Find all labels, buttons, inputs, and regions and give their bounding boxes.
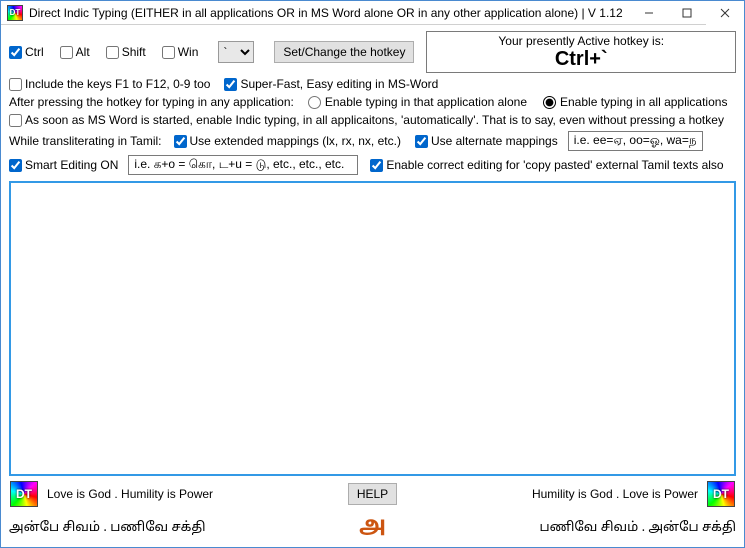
shift-checkbox[interactable]: Shift <box>106 45 146 59</box>
win-label: Win <box>178 45 199 59</box>
alt-checkbox[interactable]: Alt <box>60 45 90 59</box>
smart-editing-label: Smart Editing ON <box>25 158 118 172</box>
include-fkeys-checkbox[interactable]: Include the keys F1 to F12, 0-9 too <box>9 77 210 91</box>
maximize-button[interactable] <box>668 1 706 25</box>
footer-en-left: Love is God . Humility is Power <box>47 487 213 501</box>
footer-en-right: Humility is God . Love is Power <box>532 487 698 501</box>
active-hotkey-display: Your presently Active hotkey is: Ctrl+` <box>426 31 736 73</box>
extended-mappings-label: Use extended mappings (lx, rx, nx, etc.) <box>190 134 401 148</box>
radio-single-label: Enable typing in that application alone <box>325 95 527 109</box>
radio-all-label: Enable typing in all applications <box>560 95 727 109</box>
superfast-label: Super-Fast, Easy editing in MS-Word <box>240 77 438 91</box>
alternate-mappings-checkbox[interactable]: Use alternate mappings <box>415 134 558 148</box>
ctrl-label: Ctrl <box>25 45 44 59</box>
window-title: Direct Indic Typing (EITHER in all appli… <box>29 6 630 20</box>
ctrl-checkbox[interactable]: Ctrl <box>9 45 44 59</box>
alternate-mappings-hint: i.e. ee=ஏ, oo=ஓ, wa=ந <box>568 131 703 151</box>
superfast-checkbox[interactable]: Super-Fast, Easy editing in MS-Word <box>224 77 438 91</box>
set-hotkey-button[interactable]: Set/Change the hotkey <box>274 41 414 63</box>
copy-pasted-label: Enable correct editing for 'copy pasted'… <box>386 158 723 172</box>
alternate-mappings-label: Use alternate mappings <box>431 134 558 148</box>
alt-label: Alt <box>76 45 90 59</box>
active-hotkey-value: Ctrl+` <box>555 48 608 70</box>
footer-tamil-glyph: அ <box>359 514 386 541</box>
tamil-section-label: While transliterating in Tamil: <box>9 134 162 148</box>
close-button[interactable] <box>706 1 744 25</box>
editor-textarea[interactable] <box>9 181 736 476</box>
smart-editing-hint: i.e. க+o = கொ, ட+u = டு, etc., etc., etc… <box>128 155 358 175</box>
footer-logo-left: DT <box>9 480 39 508</box>
minimize-button[interactable] <box>630 1 668 25</box>
help-button[interactable]: HELP <box>348 483 397 505</box>
footer-ta-right: பணிவே சிவம் . அன்பே சக்தி <box>386 520 736 536</box>
app-icon: DT <box>5 4 25 22</box>
hotkey-char-select[interactable]: ` <box>218 41 254 63</box>
app-window: DT Direct Indic Typing (EITHER in all ap… <box>0 0 745 548</box>
copy-pasted-checkbox[interactable]: Enable correct editing for 'copy pasted'… <box>370 158 723 172</box>
shift-label: Shift <box>122 45 146 59</box>
smart-editing-checkbox[interactable]: Smart Editing ON <box>9 158 118 172</box>
footer-logo-right: DT <box>706 480 736 508</box>
radio-single-app[interactable]: Enable typing in that application alone <box>308 95 527 109</box>
win-checkbox[interactable]: Win <box>162 45 199 59</box>
footer-ta-left: அன்பே சிவம் . பணிவே சக்தி <box>9 520 359 536</box>
app-icon-text: DT <box>10 8 21 17</box>
auto-start-checkbox[interactable]: As soon as MS Word is started, enable In… <box>9 113 724 127</box>
extended-mappings-checkbox[interactable]: Use extended mappings (lx, rx, nx, etc.) <box>174 134 401 148</box>
include-fkeys-label: Include the keys F1 to F12, 0-9 too <box>25 77 210 91</box>
radio-all-apps[interactable]: Enable typing in all applications <box>543 95 727 109</box>
auto-start-label: As soon as MS Word is started, enable In… <box>25 113 724 127</box>
titlebar: DT Direct Indic Typing (EITHER in all ap… <box>1 1 744 25</box>
after-pressing-label: After pressing the hotkey for typing in … <box>9 95 294 109</box>
active-hotkey-label: Your presently Active hotkey is: <box>498 34 664 48</box>
